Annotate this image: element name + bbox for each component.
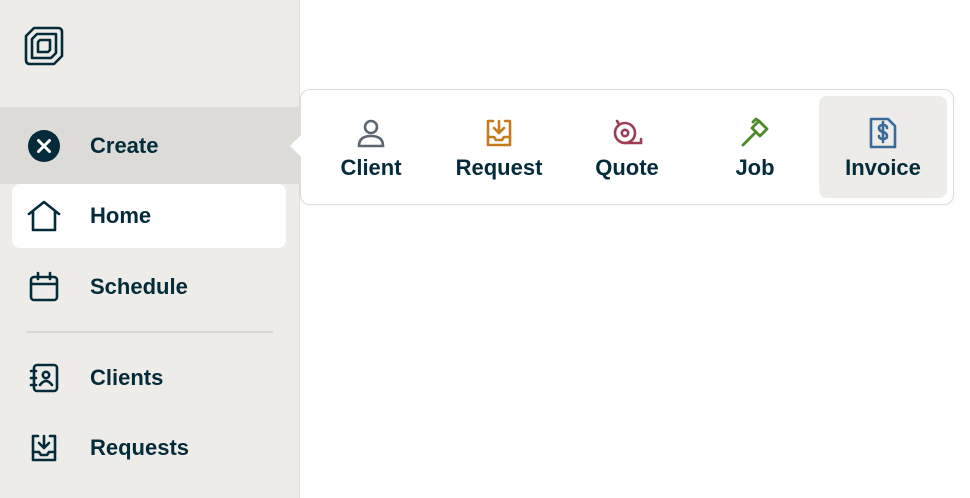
measuring-tape-icon bbox=[610, 116, 644, 150]
sidebar-item-label: Home bbox=[90, 203, 152, 228]
sidebar: Create Home Schedule Clients Requests bbox=[0, 0, 300, 498]
hammer-icon bbox=[738, 116, 772, 150]
menu-item-label: Client bbox=[340, 155, 402, 180]
sidebar-item-clients[interactable]: Clients bbox=[12, 346, 286, 410]
calendar-icon bbox=[26, 269, 62, 305]
sidebar-divider bbox=[26, 331, 273, 333]
sidebar-item-label: Create bbox=[90, 132, 159, 158]
person-icon bbox=[354, 116, 388, 150]
invoice-dollar-icon bbox=[866, 116, 900, 150]
home-icon bbox=[26, 198, 62, 234]
close-circle-icon bbox=[26, 128, 62, 164]
create-job-button[interactable]: Job bbox=[691, 96, 819, 198]
create-quote-button[interactable]: Quote bbox=[563, 96, 691, 198]
sidebar-item-label: Requests bbox=[90, 435, 190, 460]
sidebar-item-label: Schedule bbox=[90, 274, 188, 299]
sidebar-item-requests[interactable]: Requests bbox=[12, 416, 286, 480]
menu-item-label: Invoice bbox=[845, 155, 921, 180]
inbox-download-icon bbox=[26, 430, 62, 466]
create-invoice-button[interactable]: Invoice bbox=[819, 96, 947, 198]
menu-item-label: Quote bbox=[595, 155, 659, 180]
menu-item-label: Job bbox=[735, 155, 775, 180]
address-book-icon bbox=[26, 360, 62, 396]
create-request-button[interactable]: Request bbox=[435, 96, 563, 198]
create-client-button[interactable]: Client bbox=[307, 96, 435, 198]
sidebar-item-create[interactable]: Create bbox=[0, 107, 299, 184]
jobber-logo-icon[interactable] bbox=[22, 24, 66, 68]
sidebar-item-home[interactable]: Home bbox=[12, 184, 286, 248]
inbox-download-icon bbox=[482, 116, 516, 150]
create-menu-popover: Client Request Quote Job Invoice bbox=[288, 89, 954, 205]
sidebar-item-label: Clients bbox=[90, 365, 164, 390]
sidebar-item-schedule[interactable]: Schedule bbox=[12, 255, 286, 319]
menu-item-label: Request bbox=[455, 155, 543, 180]
